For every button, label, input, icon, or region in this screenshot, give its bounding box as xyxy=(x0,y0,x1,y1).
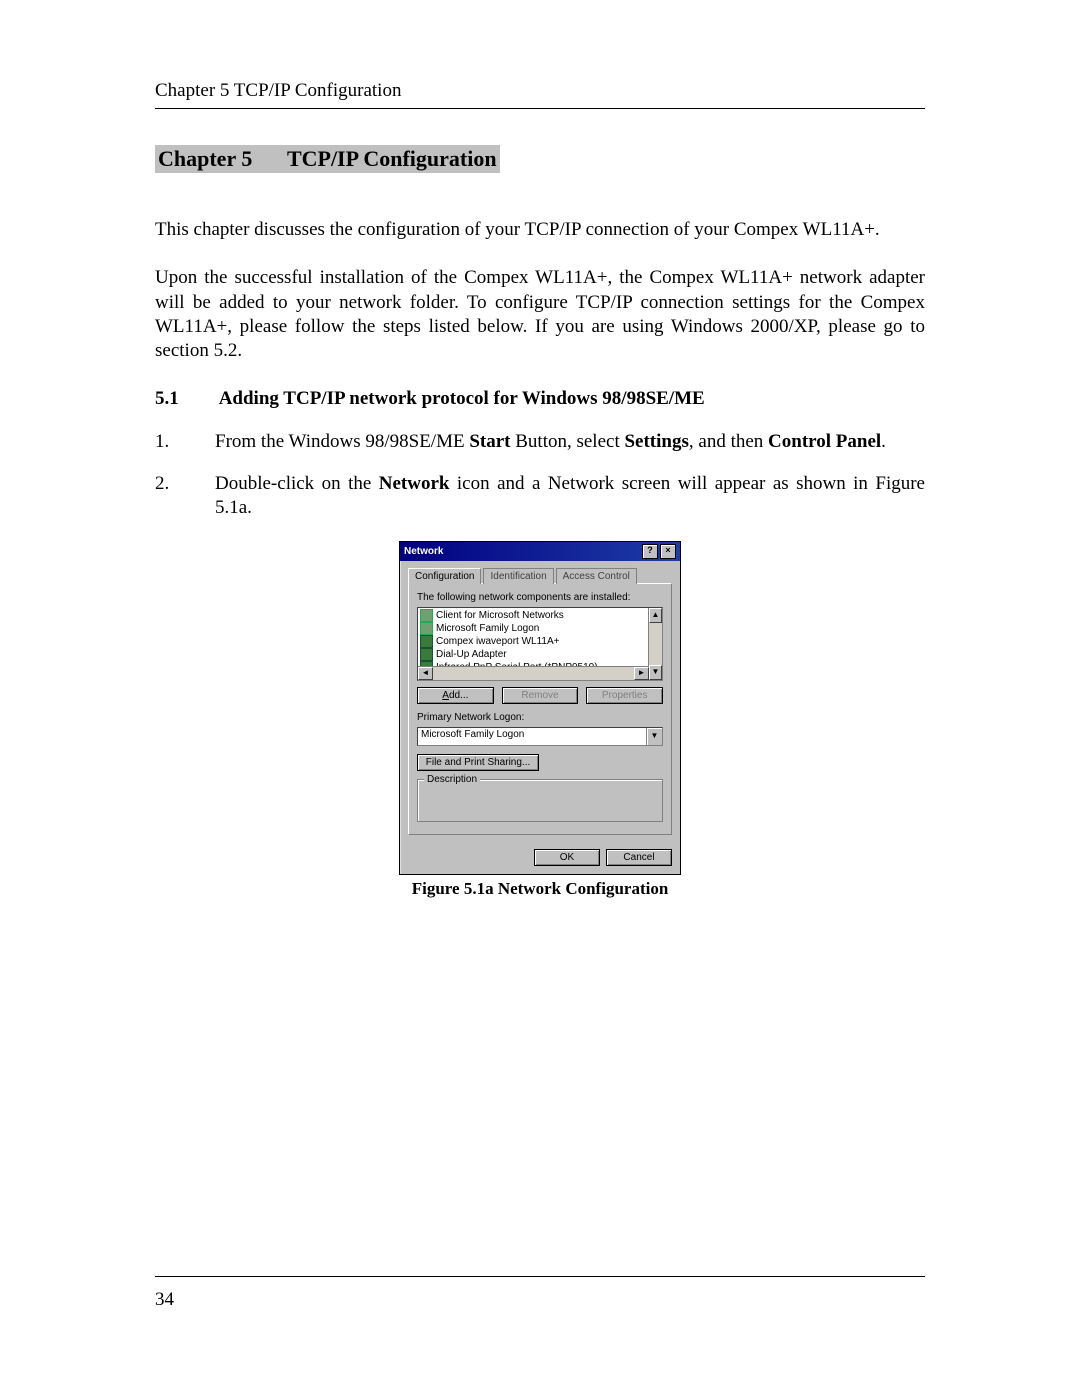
list-item[interactable]: Client for Microsoft Networks xyxy=(420,609,660,622)
remove-button[interactable]: Remove xyxy=(502,687,579,704)
step-number: 1. xyxy=(155,430,215,454)
primary-logon-combo[interactable]: Microsoft Family Logon ▼ xyxy=(417,727,663,746)
chapter-title-number: Chapter 5 xyxy=(158,146,252,171)
components-label: The following network components are ins… xyxy=(417,592,663,603)
dialog-titlebar[interactable]: Network ? × xyxy=(400,542,680,561)
section-number: 5.1 xyxy=(155,388,215,410)
ok-button[interactable]: OK xyxy=(534,849,600,866)
chapter-title-text: TCP/IP Configuration xyxy=(287,146,497,171)
dialog-title: Network xyxy=(404,546,640,557)
client-icon xyxy=(420,609,433,622)
file-print-sharing-button[interactable]: File and Print Sharing... xyxy=(417,754,539,771)
components-listbox[interactable]: Client for Microsoft Networks Microsoft … xyxy=(417,607,663,681)
add-button[interactable]: Add... xyxy=(417,687,494,704)
section-title: Adding TCP/IP network protocol for Windo… xyxy=(219,388,705,409)
cancel-button[interactable]: Cancel xyxy=(606,849,672,866)
primary-logon-value: Microsoft Family Logon xyxy=(418,728,646,745)
step-body: Double-click on the Network icon and a N… xyxy=(215,472,925,521)
manual-page: Chapter 5 TCP/IP Configuration Chapter 5… xyxy=(0,0,1080,1397)
client-icon xyxy=(420,622,433,635)
body-paragraph: Upon the successful installation of the … xyxy=(155,266,925,363)
vertical-scrollbar[interactable]: ▲ ▼ xyxy=(648,608,662,680)
close-icon[interactable]: × xyxy=(660,544,676,559)
step-item: 1. From the Windows 98/98SE/ME Start But… xyxy=(155,430,925,454)
list-item[interactable]: Microsoft Family Logon xyxy=(420,622,660,635)
chevron-down-icon[interactable]: ▼ xyxy=(646,728,662,745)
list-item[interactable]: Dial-Up Adapter xyxy=(420,648,660,661)
figure-caption: Figure 5.1a Network Configuration xyxy=(155,879,925,899)
step-number: 2. xyxy=(155,472,215,521)
scroll-left-icon[interactable]: ◄ xyxy=(418,667,433,680)
list-item[interactable]: Compex iwaveport WL11A+ xyxy=(420,635,660,648)
description-label: Description xyxy=(424,774,480,785)
tab-strip: Configuration Identification Access Cont… xyxy=(408,567,672,583)
tab-identification[interactable]: Identification xyxy=(483,568,553,584)
tab-configuration[interactable]: Configuration xyxy=(408,568,481,584)
steps-list: 1. From the Windows 98/98SE/ME Start But… xyxy=(155,430,925,521)
step-body: From the Windows 98/98SE/ME Start Button… xyxy=(215,430,925,454)
scroll-up-icon[interactable]: ▲ xyxy=(649,608,662,623)
page-number: 34 xyxy=(155,1289,174,1311)
tab-access-control[interactable]: Access Control xyxy=(556,568,637,584)
scroll-right-icon[interactable]: ► xyxy=(634,667,649,680)
step-item: 2. Double-click on the Network icon and … xyxy=(155,472,925,521)
help-icon[interactable]: ? xyxy=(642,544,658,559)
network-dialog: Network ? × Configuration Identification… xyxy=(399,541,681,875)
properties-button[interactable]: Properties xyxy=(586,687,663,704)
adapter-icon xyxy=(420,635,433,648)
chapter-title: Chapter 5 TCP/IP Configuration xyxy=(155,145,500,173)
tab-page-configuration: The following network components are ins… xyxy=(408,583,672,835)
adapter-icon xyxy=(420,648,433,661)
primary-logon-label: Primary Network Logon: xyxy=(417,712,663,723)
description-groupbox: Description xyxy=(417,779,663,822)
running-head: Chapter 5 TCP/IP Configuration xyxy=(155,80,925,109)
section-heading: 5.1 Adding TCP/IP network protocol for W… xyxy=(155,388,925,410)
intro-paragraph: This chapter discusses the configuration… xyxy=(155,218,925,242)
scroll-down-icon[interactable]: ▼ xyxy=(649,665,662,680)
footer-rule xyxy=(155,1276,925,1277)
horizontal-scrollbar[interactable]: ◄ ► xyxy=(418,666,649,680)
